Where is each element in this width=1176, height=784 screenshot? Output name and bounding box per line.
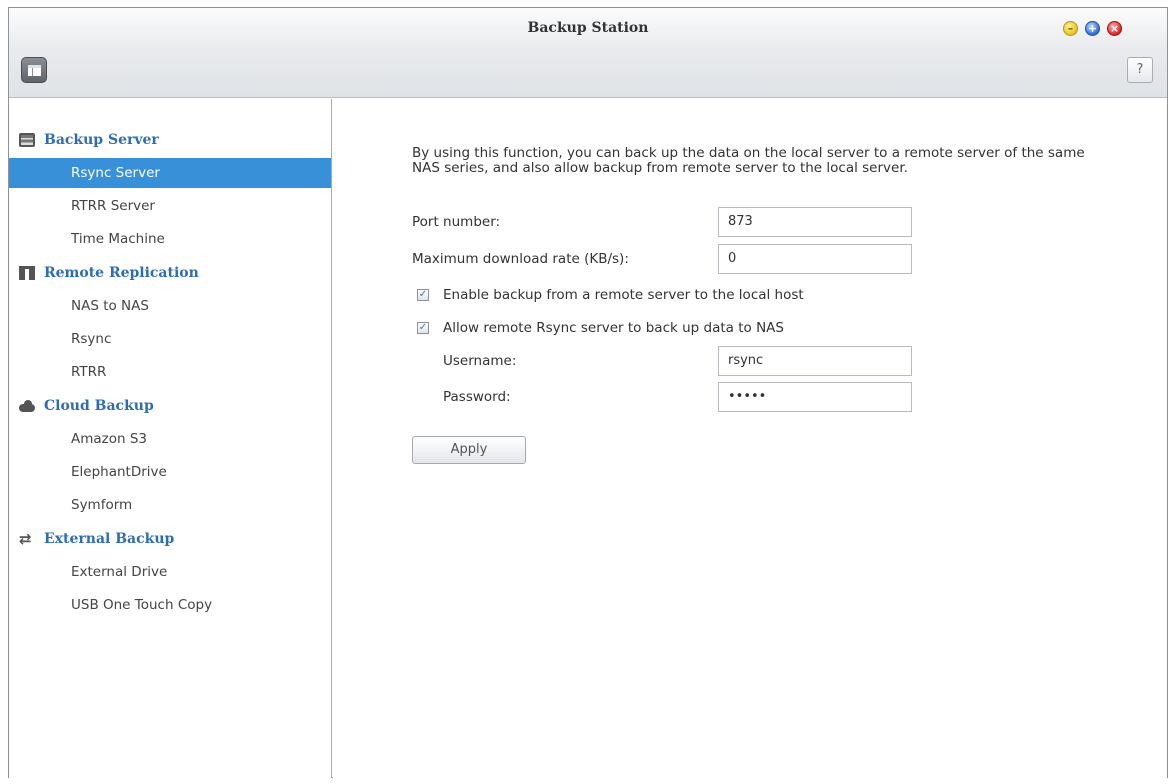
sidebar-item-usb-one-touch-copy[interactable]: USB One Touch Copy [9,590,331,620]
backup-station-window: Backup Station – + × ? Backup Server Rsy… [8,7,1168,778]
username-label: Username: [443,353,517,369]
port-number-input[interactable]: 873 [718,207,912,237]
sidebar-item-symform[interactable]: Symform [9,490,331,520]
window-title: Backup Station [527,20,649,36]
sidebar-item-elephantdrive[interactable]: ElephantDrive [9,457,331,487]
sidebar-item-nas-to-nas[interactable]: NAS to NAS [9,291,331,321]
sidebar-group-cloud-backup[interactable]: Cloud Backup [19,395,154,417]
sidebar-group-external-backup[interactable]: ⇄ External Backup [19,528,174,550]
apply-button[interactable]: Apply [412,436,526,464]
sidebar-item-rtrr[interactable]: RTRR [9,357,331,387]
maximize-icon[interactable]: + [1085,21,1100,36]
port-number-label: Port number: [412,214,501,230]
password-input[interactable]: ••••• [718,382,912,412]
password-label: Password: [443,389,511,405]
sidebar-item-rsync[interactable]: Rsync [9,324,331,354]
cloud-icon [19,399,35,413]
sync-icon: ⇄ [19,530,32,548]
sidebar-group-backup-server[interactable]: Backup Server [19,129,159,151]
description-text: By using this function, you can back up … [412,145,1085,176]
allow-rsync-label: Allow remote Rsync server to back up dat… [443,320,784,336]
close-icon[interactable]: × [1107,21,1122,36]
max-download-rate-label: Maximum download rate (KB/s): [412,251,629,267]
app-menu-icon[interactable] [21,57,47,83]
sidebar: Backup Server Rsync Server RTRR Server T… [9,99,332,778]
max-download-rate-input[interactable]: 0 [718,244,912,274]
allow-rsync-checkbox[interactable]: ✓ [417,322,429,334]
sidebar-item-time-machine[interactable]: Time Machine [9,224,331,254]
replication-icon [19,266,35,280]
minimize-icon[interactable]: – [1063,21,1078,36]
server-icon [19,133,35,147]
enable-backup-label: Enable backup from a remote server to th… [443,287,804,303]
enable-backup-checkbox[interactable]: ✓ [417,289,429,301]
sidebar-item-amazon-s3[interactable]: Amazon S3 [9,424,331,454]
sidebar-group-label: Cloud Backup [44,398,154,414]
sidebar-item-rtrr-server[interactable]: RTRR Server [9,191,331,221]
sidebar-item-external-drive[interactable]: External Drive [9,557,331,587]
help-button[interactable]: ? [1127,57,1153,83]
sidebar-item-rsync-server[interactable]: Rsync Server [9,158,331,188]
title-bar: Backup Station – + × ? [9,8,1167,98]
sidebar-group-label: Backup Server [44,132,159,148]
sidebar-group-label: External Backup [44,531,175,547]
rsync-server-panel: By using this function, you can back up … [333,99,1167,778]
username-input[interactable]: rsync [718,346,912,376]
sidebar-group-label: Remote Replication [44,265,199,281]
sidebar-group-remote-replication[interactable]: Remote Replication [19,262,199,284]
